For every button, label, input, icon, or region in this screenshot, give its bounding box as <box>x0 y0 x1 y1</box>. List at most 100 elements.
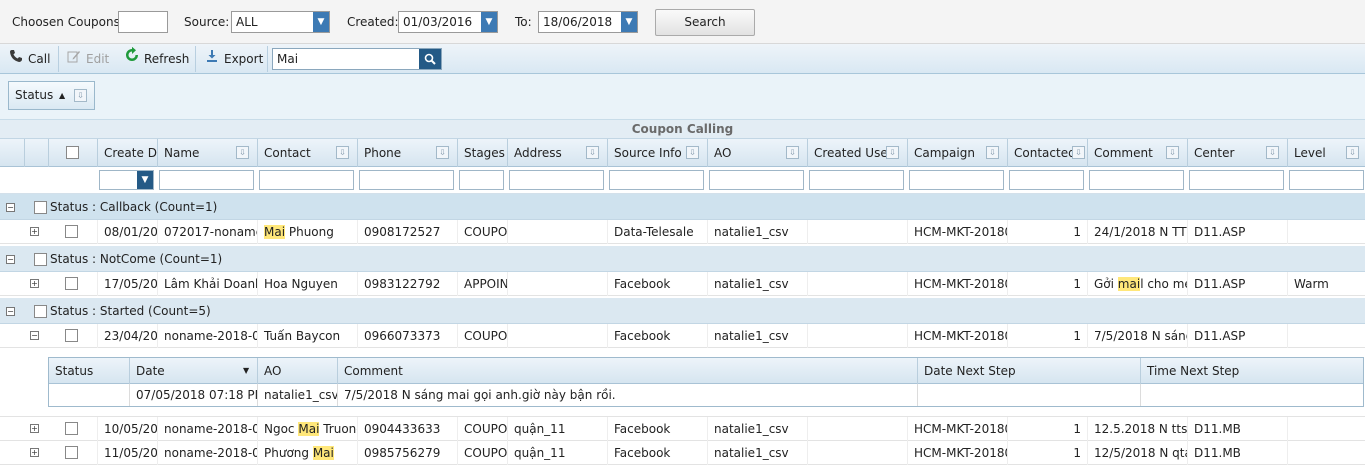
expand-icon[interactable]: + <box>30 279 39 288</box>
column-header-create-date[interactable]: Create Date <box>97 139 157 167</box>
grid-toolbar: Call Edit Refresh Export Mai <box>0 44 1365 74</box>
chevron-down-icon[interactable]: ▼ <box>621 12 637 32</box>
group-row[interactable]: − Status : Started (Count=5) <box>0 298 1365 324</box>
column-header-stages[interactable]: Stages <box>457 139 507 167</box>
sort-asc-icon[interactable]: ▲ <box>59 82 65 109</box>
group-checkbox[interactable] <box>34 305 47 318</box>
column-header-level[interactable]: Level ⇩ <box>1287 139 1365 167</box>
column-header-source-info[interactable]: Source Info ⇩ <box>607 139 707 167</box>
filter-contacted[interactable] <box>1009 170 1084 190</box>
collapse-icon[interactable]: − <box>6 307 15 316</box>
column-header-phone[interactable]: Phone ⇩ <box>357 139 457 167</box>
group-checkbox[interactable] <box>34 253 47 266</box>
column-header-label: Stages <box>464 146 505 160</box>
column-header-center[interactable]: Center ⇩ <box>1187 139 1287 167</box>
column-header-label: Phone <box>364 146 402 160</box>
grid-header: Create Date Name ⇩ Contact ⇩ Phone ⇩ Stages… <box>0 139 1365 167</box>
call-button[interactable]: Call <box>8 44 50 74</box>
table-row[interactable]: + 10/05/2018 noname-2018-051 Ngoc Mai Tr… <box>0 417 1365 441</box>
group-label: Status : NotCome (Count=1) <box>50 252 223 266</box>
group-checkbox[interactable] <box>34 201 47 214</box>
detail-row[interactable]: 07/05/2018 07:18 PM natalie1_csv 7/5/201… <box>49 384 1363 406</box>
column-header-name[interactable]: Name ⇩ <box>157 139 257 167</box>
cell-contacted: 1 <box>1007 272 1087 296</box>
column-header-comment[interactable]: Comment ⇩ <box>1087 139 1187 167</box>
column-header-contact[interactable]: Contact ⇩ <box>257 139 357 167</box>
cell-address <box>507 272 607 296</box>
column-menu-icon[interactable]: ⇩ <box>1072 146 1085 159</box>
filter-ao[interactable] <box>709 170 804 190</box>
detail-column-ao[interactable]: AO <box>257 358 337 384</box>
chevron-down-icon[interactable]: ▼ <box>137 171 153 189</box>
table-row[interactable]: − 23/04/2018 noname-2018-042 Tuấn Baycon… <box>0 324 1365 348</box>
select-all-checkbox[interactable] <box>66 146 79 159</box>
filter-created-user[interactable] <box>809 170 904 190</box>
detail-column-time-next-step[interactable]: Time Next Step <box>1140 358 1363 384</box>
column-menu-icon[interactable]: ⇩ <box>74 89 87 102</box>
collapse-icon[interactable]: − <box>6 203 15 212</box>
filter-name[interactable] <box>159 170 254 190</box>
filter-phone[interactable] <box>359 170 454 190</box>
column-header-campaign[interactable]: Campaign ⇩ <box>907 139 1007 167</box>
column-menu-icon[interactable]: ⇩ <box>786 146 799 159</box>
detail-column-date[interactable]: Date ▼ <box>129 358 257 384</box>
source-select[interactable]: ALL ▼ <box>231 11 330 33</box>
column-menu-icon[interactable]: ⇩ <box>1266 146 1279 159</box>
grid-search-input[interactable]: Mai <box>272 48 442 70</box>
cell-center: D11.ASP <box>1187 272 1287 296</box>
expand-icon[interactable]: + <box>30 227 39 236</box>
row-checkbox[interactable] <box>65 277 78 290</box>
edit-button[interactable]: Edit <box>66 44 109 74</box>
table-row[interactable]: + 11/05/2018 noname-2018-051 Phương Mai … <box>0 441 1365 465</box>
column-menu-icon[interactable]: ⇩ <box>436 146 449 159</box>
filter-campaign[interactable] <box>909 170 1004 190</box>
expand-icon[interactable]: + <box>30 424 39 433</box>
column-menu-icon[interactable]: ⇩ <box>886 146 899 159</box>
sort-desc-icon[interactable]: ▼ <box>243 358 249 384</box>
group-row[interactable]: − Status : Callback (Count=1) <box>0 194 1365 220</box>
group-chip-status[interactable]: Status ▲ ⇩ <box>8 81 95 110</box>
column-header-contacted[interactable]: Contacted ⇩ <box>1007 139 1087 167</box>
collapse-icon[interactable]: − <box>6 255 15 264</box>
cell-center: D11.ASP <box>1187 324 1287 348</box>
expand-icon[interactable]: + <box>30 448 39 457</box>
column-menu-icon[interactable]: ⇩ <box>586 146 599 159</box>
column-header-address[interactable]: Address ⇩ <box>507 139 607 167</box>
search-icon[interactable] <box>419 49 441 69</box>
filter-contact[interactable] <box>259 170 354 190</box>
filter-source-info[interactable] <box>609 170 704 190</box>
detail-column-status[interactable]: Status <box>49 358 129 384</box>
created-date-picker[interactable]: 01/03/2016 ▼ <box>398 11 498 33</box>
row-checkbox[interactable] <box>65 329 78 342</box>
to-date-picker[interactable]: 18/06/2018 ▼ <box>538 11 638 33</box>
filter-center[interactable] <box>1189 170 1284 190</box>
chevron-down-icon[interactable]: ▼ <box>313 12 329 32</box>
search-button[interactable]: Search <box>655 9 755 36</box>
detail-column-date-next-step[interactable]: Date Next Step <box>917 358 1140 384</box>
filter-comment[interactable] <box>1089 170 1184 190</box>
row-checkbox[interactable] <box>65 225 78 238</box>
chevron-down-icon[interactable]: ▼ <box>481 12 497 32</box>
filter-create-date[interactable]: ▼ <box>99 170 154 190</box>
column-menu-icon[interactable]: ⇩ <box>1166 146 1179 159</box>
column-menu-icon[interactable]: ⇩ <box>1346 146 1359 159</box>
coupons-input[interactable] <box>118 11 168 33</box>
column-header-created-user[interactable]: Created User ⇩ <box>807 139 907 167</box>
column-header-ao[interactable]: AO ⇩ <box>707 139 807 167</box>
table-row[interactable]: + 17/05/2018 Lâm Khải Doanh Hoa Nguyen 0… <box>0 272 1365 296</box>
filter-level[interactable] <box>1289 170 1364 190</box>
detail-column-comment[interactable]: Comment <box>337 358 917 384</box>
column-menu-icon[interactable]: ⇩ <box>986 146 999 159</box>
column-menu-icon[interactable]: ⇩ <box>236 146 249 159</box>
row-checkbox[interactable] <box>65 422 78 435</box>
table-row[interactable]: + 08/01/2018 072017-noname-9 Mai Phuong … <box>0 220 1365 244</box>
row-checkbox[interactable] <box>65 446 78 459</box>
filter-address[interactable] <box>509 170 604 190</box>
collapse-icon[interactable]: − <box>30 331 39 340</box>
refresh-button[interactable]: Refresh <box>124 44 189 74</box>
column-menu-icon[interactable]: ⇩ <box>336 146 349 159</box>
filter-stages[interactable] <box>459 170 504 190</box>
group-row[interactable]: − Status : NotCome (Count=1) <box>0 246 1365 272</box>
export-button[interactable]: Export <box>204 44 263 74</box>
column-menu-icon[interactable]: ⇩ <box>686 146 699 159</box>
